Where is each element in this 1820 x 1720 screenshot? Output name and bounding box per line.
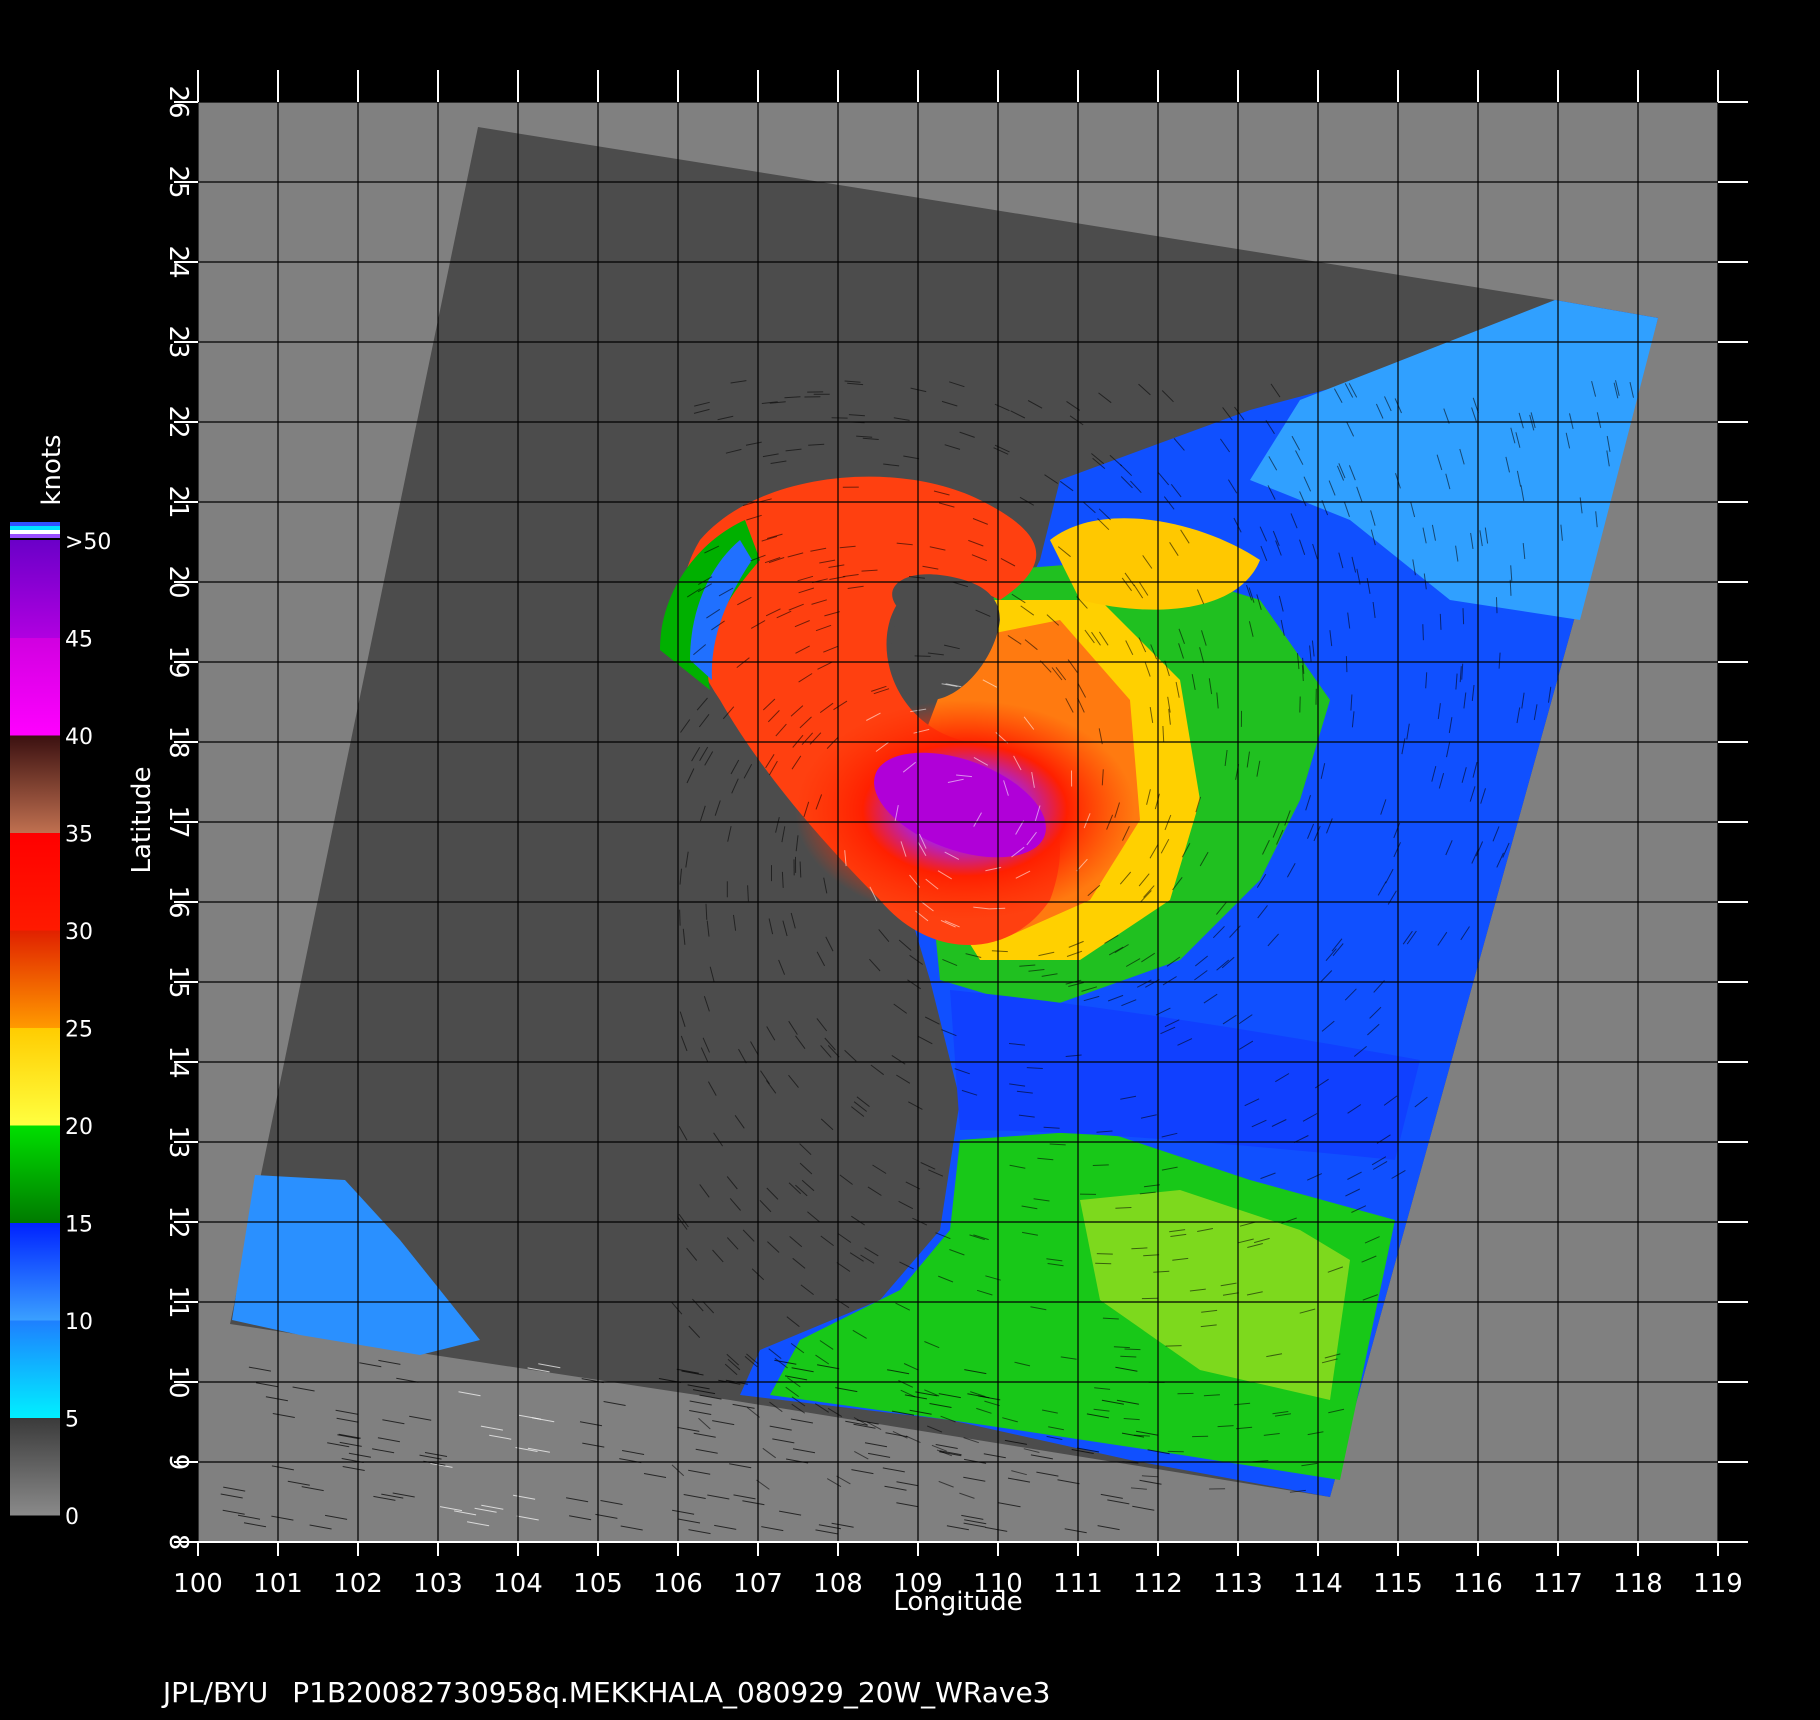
footer-filename: P1B20082730958q.MEKKHALA_080929_20W_WRav… xyxy=(292,1676,1051,1709)
y-tick-label: 25 xyxy=(163,165,193,198)
wind-barb xyxy=(1462,608,1465,625)
y-tick-label: 22 xyxy=(163,405,193,438)
y-tick-label: 14 xyxy=(163,1045,193,1078)
wind-barb xyxy=(1345,656,1348,673)
footer-source: JPL/BYU xyxy=(162,1676,269,1709)
colorbar-band xyxy=(10,832,60,931)
colorbar-cap-stripe xyxy=(10,530,60,534)
footer: JPL/BYU P1B20082730958q.MEKKHALA_080929_2… xyxy=(145,1643,1074,1709)
x-axis-title: Longitude xyxy=(893,1587,1022,1617)
x-tick-label: 105 xyxy=(573,1569,623,1599)
colorbar-label: 10 xyxy=(65,1310,93,1335)
wind-barb xyxy=(799,861,802,878)
y-axis-title: Latitude xyxy=(127,766,157,873)
colorbar-band xyxy=(10,1417,60,1516)
wind-barb xyxy=(989,907,1006,910)
colorbar-band xyxy=(10,1222,60,1321)
colorbar-band xyxy=(10,1027,60,1126)
wind-barb xyxy=(1422,624,1424,641)
wind-barb xyxy=(1439,613,1442,630)
y-tick-label: 9 xyxy=(163,1454,193,1471)
x-tick-label: 103 xyxy=(413,1569,463,1599)
colorbar-label: 25 xyxy=(65,1018,93,1043)
x-tick-label: 102 xyxy=(333,1569,383,1599)
x-tick-label: 117 xyxy=(1533,1569,1583,1599)
wind-barb xyxy=(1095,1262,1112,1265)
colorbar-band xyxy=(10,930,60,1028)
colorbar-label: 40 xyxy=(65,725,93,750)
x-tick-label: 111 xyxy=(1053,1569,1103,1599)
colorbar-cap-stripe xyxy=(10,522,60,526)
colorbar-label: 30 xyxy=(65,920,93,945)
y-tick-label: 20 xyxy=(163,565,193,598)
x-tick-label: 100 xyxy=(173,1569,223,1599)
colorbar-label: 15 xyxy=(65,1213,93,1238)
wind-barb xyxy=(1096,1253,1113,1255)
x-tick-label: 118 xyxy=(1613,1569,1663,1599)
colorbar-band xyxy=(10,637,60,736)
x-tick-label: 107 xyxy=(733,1569,783,1599)
x-tick-label: 104 xyxy=(493,1569,543,1599)
y-tick-label: 17 xyxy=(163,805,193,838)
wind-barb xyxy=(1092,1164,1109,1166)
wind-barb xyxy=(1165,1345,1182,1347)
wind-barb xyxy=(1496,597,1498,614)
colorbar-label: 20 xyxy=(65,1115,93,1140)
x-tick-label: 119 xyxy=(1693,1569,1743,1599)
colorbar-band xyxy=(10,1125,60,1223)
x-tick-label: 114 xyxy=(1293,1569,1343,1599)
x-tick-label: 115 xyxy=(1373,1569,1423,1599)
colorbar-band xyxy=(10,1320,60,1418)
x-tick-label: 116 xyxy=(1453,1569,1503,1599)
wind-map: 100 101 102 103 104 105 106 107 108 109 110 111 112 1… xyxy=(10,70,1748,1617)
y-tick-label: 26 xyxy=(163,85,193,118)
y-tick-label: 23 xyxy=(163,325,193,358)
colorbar-label: 5 xyxy=(65,1408,79,1433)
x-tick-label: 101 xyxy=(253,1569,303,1599)
y-tick-label: 15 xyxy=(163,965,193,998)
wind-barb xyxy=(679,909,681,926)
x-tick-label: 113 xyxy=(1213,1569,1263,1599)
y-tick-label: 8 xyxy=(163,1534,193,1551)
y-tick-label: 13 xyxy=(163,1125,193,1158)
y-tick-label: 18 xyxy=(163,725,193,758)
y-tick-label: 19 xyxy=(163,645,193,678)
y-tick-label: 21 xyxy=(163,485,193,518)
x-tick-label: 108 xyxy=(813,1569,863,1599)
colorbar-label: 35 xyxy=(65,823,93,848)
colorbar-label: 45 xyxy=(65,628,93,653)
y-tick-label: 10 xyxy=(163,1365,193,1398)
colorbar-band xyxy=(10,540,60,638)
colorbar-cap-stripe xyxy=(10,526,60,530)
y-tick-label: 16 xyxy=(163,885,193,918)
wind-barb xyxy=(914,655,931,657)
wind-barb xyxy=(1124,1348,1141,1351)
x-tick-label: 106 xyxy=(653,1569,703,1599)
colorbar: 0 5 10 15 20 25 30 35 40 45 >50 xyxy=(10,522,111,1530)
y-tick-label: 24 xyxy=(163,245,193,278)
colorbar-title: knots xyxy=(37,434,67,505)
x-tick-label: 112 xyxy=(1133,1569,1183,1599)
y-tick-label: 12 xyxy=(163,1205,193,1238)
colorbar-label: >50 xyxy=(65,530,111,555)
colorbar-label: 0 xyxy=(65,1505,79,1530)
colorbar-cap-stripe xyxy=(10,534,60,538)
colorbar-band xyxy=(10,735,60,833)
y-tick-label: 11 xyxy=(163,1285,193,1318)
